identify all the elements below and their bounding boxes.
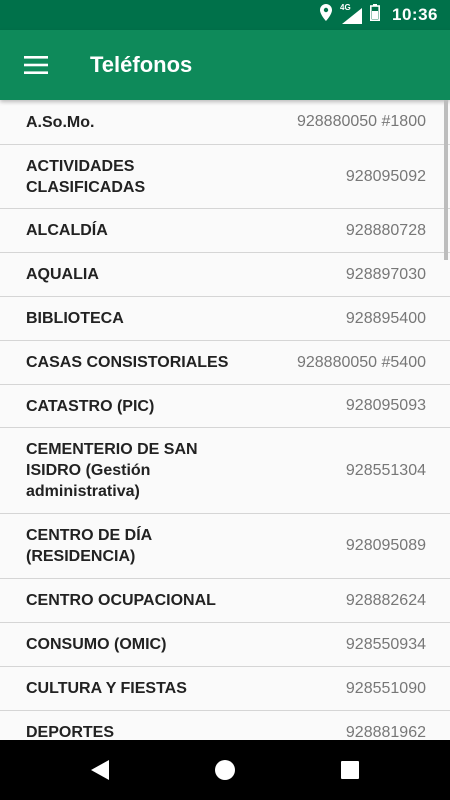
back-button[interactable] xyxy=(85,755,115,785)
phone-list[interactable]: A.So.Mo. 928880050 #1800 ACTIVIDADES CLA… xyxy=(0,100,450,740)
status-time: 10:36 xyxy=(392,5,438,24)
contact-name: CATASTRO (PIC) xyxy=(26,397,155,415)
hamburger-menu-icon xyxy=(24,56,48,74)
contact-name: CEMENTERIO DE SAN ISIDRO (Gestión admini… xyxy=(26,441,198,500)
list-item[interactable]: ACTIVIDADES CLASIFICADAS 928095092 xyxy=(0,145,450,209)
list-item[interactable]: BIBLIOTECA 928895400 xyxy=(0,297,450,341)
status-icons: 4G 10:36 xyxy=(320,0,438,30)
list-item[interactable]: AQUALIA 928897030 xyxy=(0,253,450,297)
back-icon xyxy=(91,760,109,780)
contact-phone: 928095089 xyxy=(345,537,426,554)
location-icon xyxy=(320,4,333,26)
navigation-bar xyxy=(0,740,450,800)
list-item[interactable]: CULTURA Y FIESTAS 928551090 xyxy=(0,667,450,711)
contact-phone: 928897030 xyxy=(345,265,426,283)
recents-button[interactable] xyxy=(335,755,365,785)
app-bar: Teléfonos xyxy=(0,30,450,100)
menu-button[interactable] xyxy=(16,45,56,85)
contact-name: A.So.Mo. xyxy=(26,113,95,131)
contact-phone: 928551090 xyxy=(345,679,426,697)
list-item[interactable]: A.So.Mo. 928880050 #1800 xyxy=(0,100,450,145)
list-item[interactable]: CATASTRO (PIC) 928095093 xyxy=(0,385,450,428)
signal-icon: 4G xyxy=(340,3,363,24)
list-item[interactable]: CEMENTERIO DE SAN ISIDRO (Gestión admini… xyxy=(0,428,450,514)
list-item[interactable]: ALCALDÍA 928880728 xyxy=(0,209,450,253)
list-item[interactable]: DEPORTES 928881962 xyxy=(0,711,450,740)
contact-phone: 928880728 xyxy=(345,221,426,239)
battery-icon xyxy=(370,4,381,26)
list-item[interactable]: CONSUMO (OMIC) 928550934 xyxy=(0,623,450,667)
status-bar: 4G 10:36 xyxy=(0,0,450,30)
contact-phone: 928550934 xyxy=(345,635,426,653)
contact-phone: 928095093 xyxy=(345,397,426,414)
contact-name: CONSUMO (OMIC) xyxy=(26,636,167,653)
recents-icon xyxy=(341,761,359,779)
contact-phone: 928095092 xyxy=(345,167,426,185)
list-item[interactable]: CASAS CONSISTORIALES 928880050 #5400 xyxy=(0,341,450,385)
contact-name: CASAS CONSISTORIALES xyxy=(26,354,229,371)
contact-phone: 928551304 xyxy=(345,461,426,479)
home-button[interactable] xyxy=(210,755,240,785)
contact-phone: 928880050 #1800 xyxy=(296,113,426,130)
contact-phone: 928881962 xyxy=(345,723,426,741)
home-icon xyxy=(215,760,235,780)
contact-name: DEPORTES xyxy=(26,724,115,740)
contact-phone: 928882624 xyxy=(345,591,426,609)
contact-phone: 928880050 #5400 xyxy=(296,353,426,371)
contact-name: CULTURA Y FIESTAS xyxy=(26,680,187,697)
contact-name: ACTIVIDADES CLASIFICADAS xyxy=(26,157,146,196)
contact-name: CENTRO DE DÍA (RESIDENCIA) xyxy=(26,527,152,565)
contact-name: CENTRO OCUPACIONAL xyxy=(26,592,216,609)
contact-name: AQUALIA xyxy=(26,266,99,283)
scrollbar-thumb[interactable] xyxy=(444,100,448,260)
list-item[interactable]: CENTRO DE DÍA (RESIDENCIA) 928095089 xyxy=(0,514,450,579)
contact-phone: 928895400 xyxy=(345,309,426,327)
contact-name: BIBLIOTECA xyxy=(26,310,124,327)
list-item[interactable]: CENTRO OCUPACIONAL 928882624 xyxy=(0,579,450,623)
network-type-label: 4G xyxy=(340,3,351,12)
page-title: Teléfonos xyxy=(90,52,193,77)
contact-name: ALCALDÍA xyxy=(26,222,108,239)
